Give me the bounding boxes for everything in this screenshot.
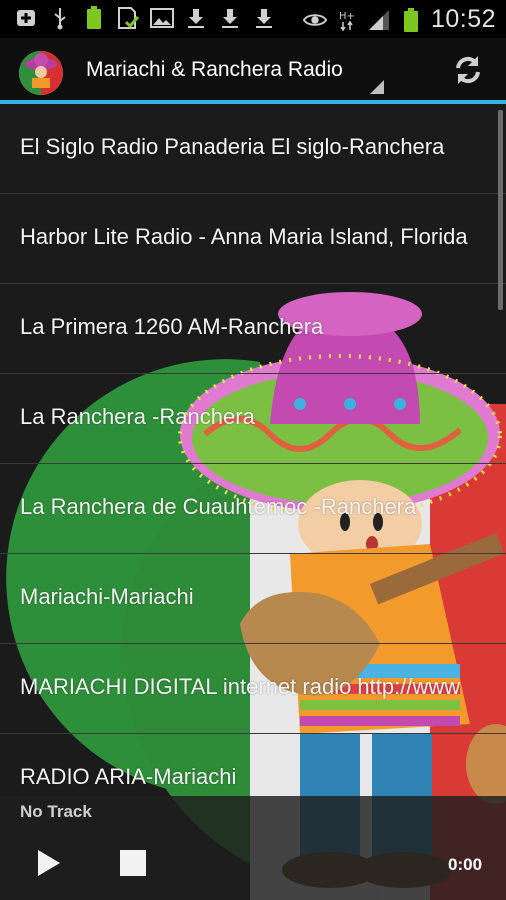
station-label: El Siglo Radio Panaderia El siglo-Ranche… xyxy=(20,134,445,159)
playback-time: 0:00 xyxy=(448,855,483,874)
add-box-icon xyxy=(14,6,38,30)
list-scrollbar[interactable] xyxy=(498,110,503,310)
station-label: La Ranchera de Cuauhtemoc -Ranchera xyxy=(20,494,417,519)
app-logo-icon[interactable] xyxy=(18,50,64,96)
play-icon xyxy=(38,850,60,876)
hplus-signal-icon: H+ xyxy=(335,8,359,32)
station-label: MARIACHI DIGITAL internet radio http://w… xyxy=(20,674,461,699)
app-screen: H+ 10:52 Mariachi & Ranchera Radio El Si… xyxy=(0,0,506,900)
track-title: No Track xyxy=(20,802,92,821)
sd-card-check-icon xyxy=(116,6,140,30)
refresh-icon xyxy=(456,56,480,84)
list-item[interactable]: El Siglo Radio Panaderia El siglo-Ranche… xyxy=(0,104,506,194)
refresh-button[interactable] xyxy=(446,48,490,92)
download-icon xyxy=(218,6,242,30)
list-item[interactable]: Harbor Lite Radio - Anna Maria Island, F… xyxy=(0,194,506,284)
image-icon xyxy=(150,6,174,30)
dropdown-indicator-icon[interactable] xyxy=(370,80,384,94)
stop-button[interactable] xyxy=(120,850,146,876)
svg-text:H+: H+ xyxy=(339,11,355,22)
status-clock: 10:52 xyxy=(430,5,496,33)
battery-icon xyxy=(399,7,423,32)
list-item[interactable]: RADIO ARIA-Mariachi xyxy=(0,734,506,796)
battery-full-icon xyxy=(82,6,106,30)
notification-icons xyxy=(14,6,276,30)
eye-icon xyxy=(302,8,327,32)
station-label: Mariachi-Mariachi xyxy=(20,584,194,609)
list-item[interactable]: Mariachi-Mariachi xyxy=(0,554,506,644)
status-bar: H+ 10:52 xyxy=(0,0,506,38)
usb-icon xyxy=(48,6,72,30)
station-label: RADIO ARIA-Mariachi xyxy=(20,764,237,789)
player-bar: No Track xyxy=(0,796,506,900)
signal-bars-icon xyxy=(367,8,391,32)
download-icon xyxy=(252,6,276,30)
station-label: Harbor Lite Radio - Anna Maria Island, F… xyxy=(20,224,468,249)
station-list: El Siglo Radio Panaderia El siglo-Ranche… xyxy=(0,104,506,796)
list-item[interactable]: La Ranchera -Ranchera xyxy=(0,374,506,464)
app-title[interactable]: Mariachi & Ranchera Radio xyxy=(86,58,343,82)
list-item[interactable]: La Primera 1260 AM-Ranchera xyxy=(0,284,506,374)
system-icons: H+ 10:52 xyxy=(302,5,496,34)
list-item[interactable]: La Ranchera de Cuauhtemoc -Ranchera xyxy=(0,464,506,554)
list-item[interactable]: MARIACHI DIGITAL internet radio http://w… xyxy=(0,644,506,734)
download-icon xyxy=(184,6,208,30)
station-label: La Primera 1260 AM-Ranchera xyxy=(20,314,324,339)
play-button[interactable] xyxy=(34,848,64,878)
station-label: La Ranchera -Ranchera xyxy=(20,404,255,429)
